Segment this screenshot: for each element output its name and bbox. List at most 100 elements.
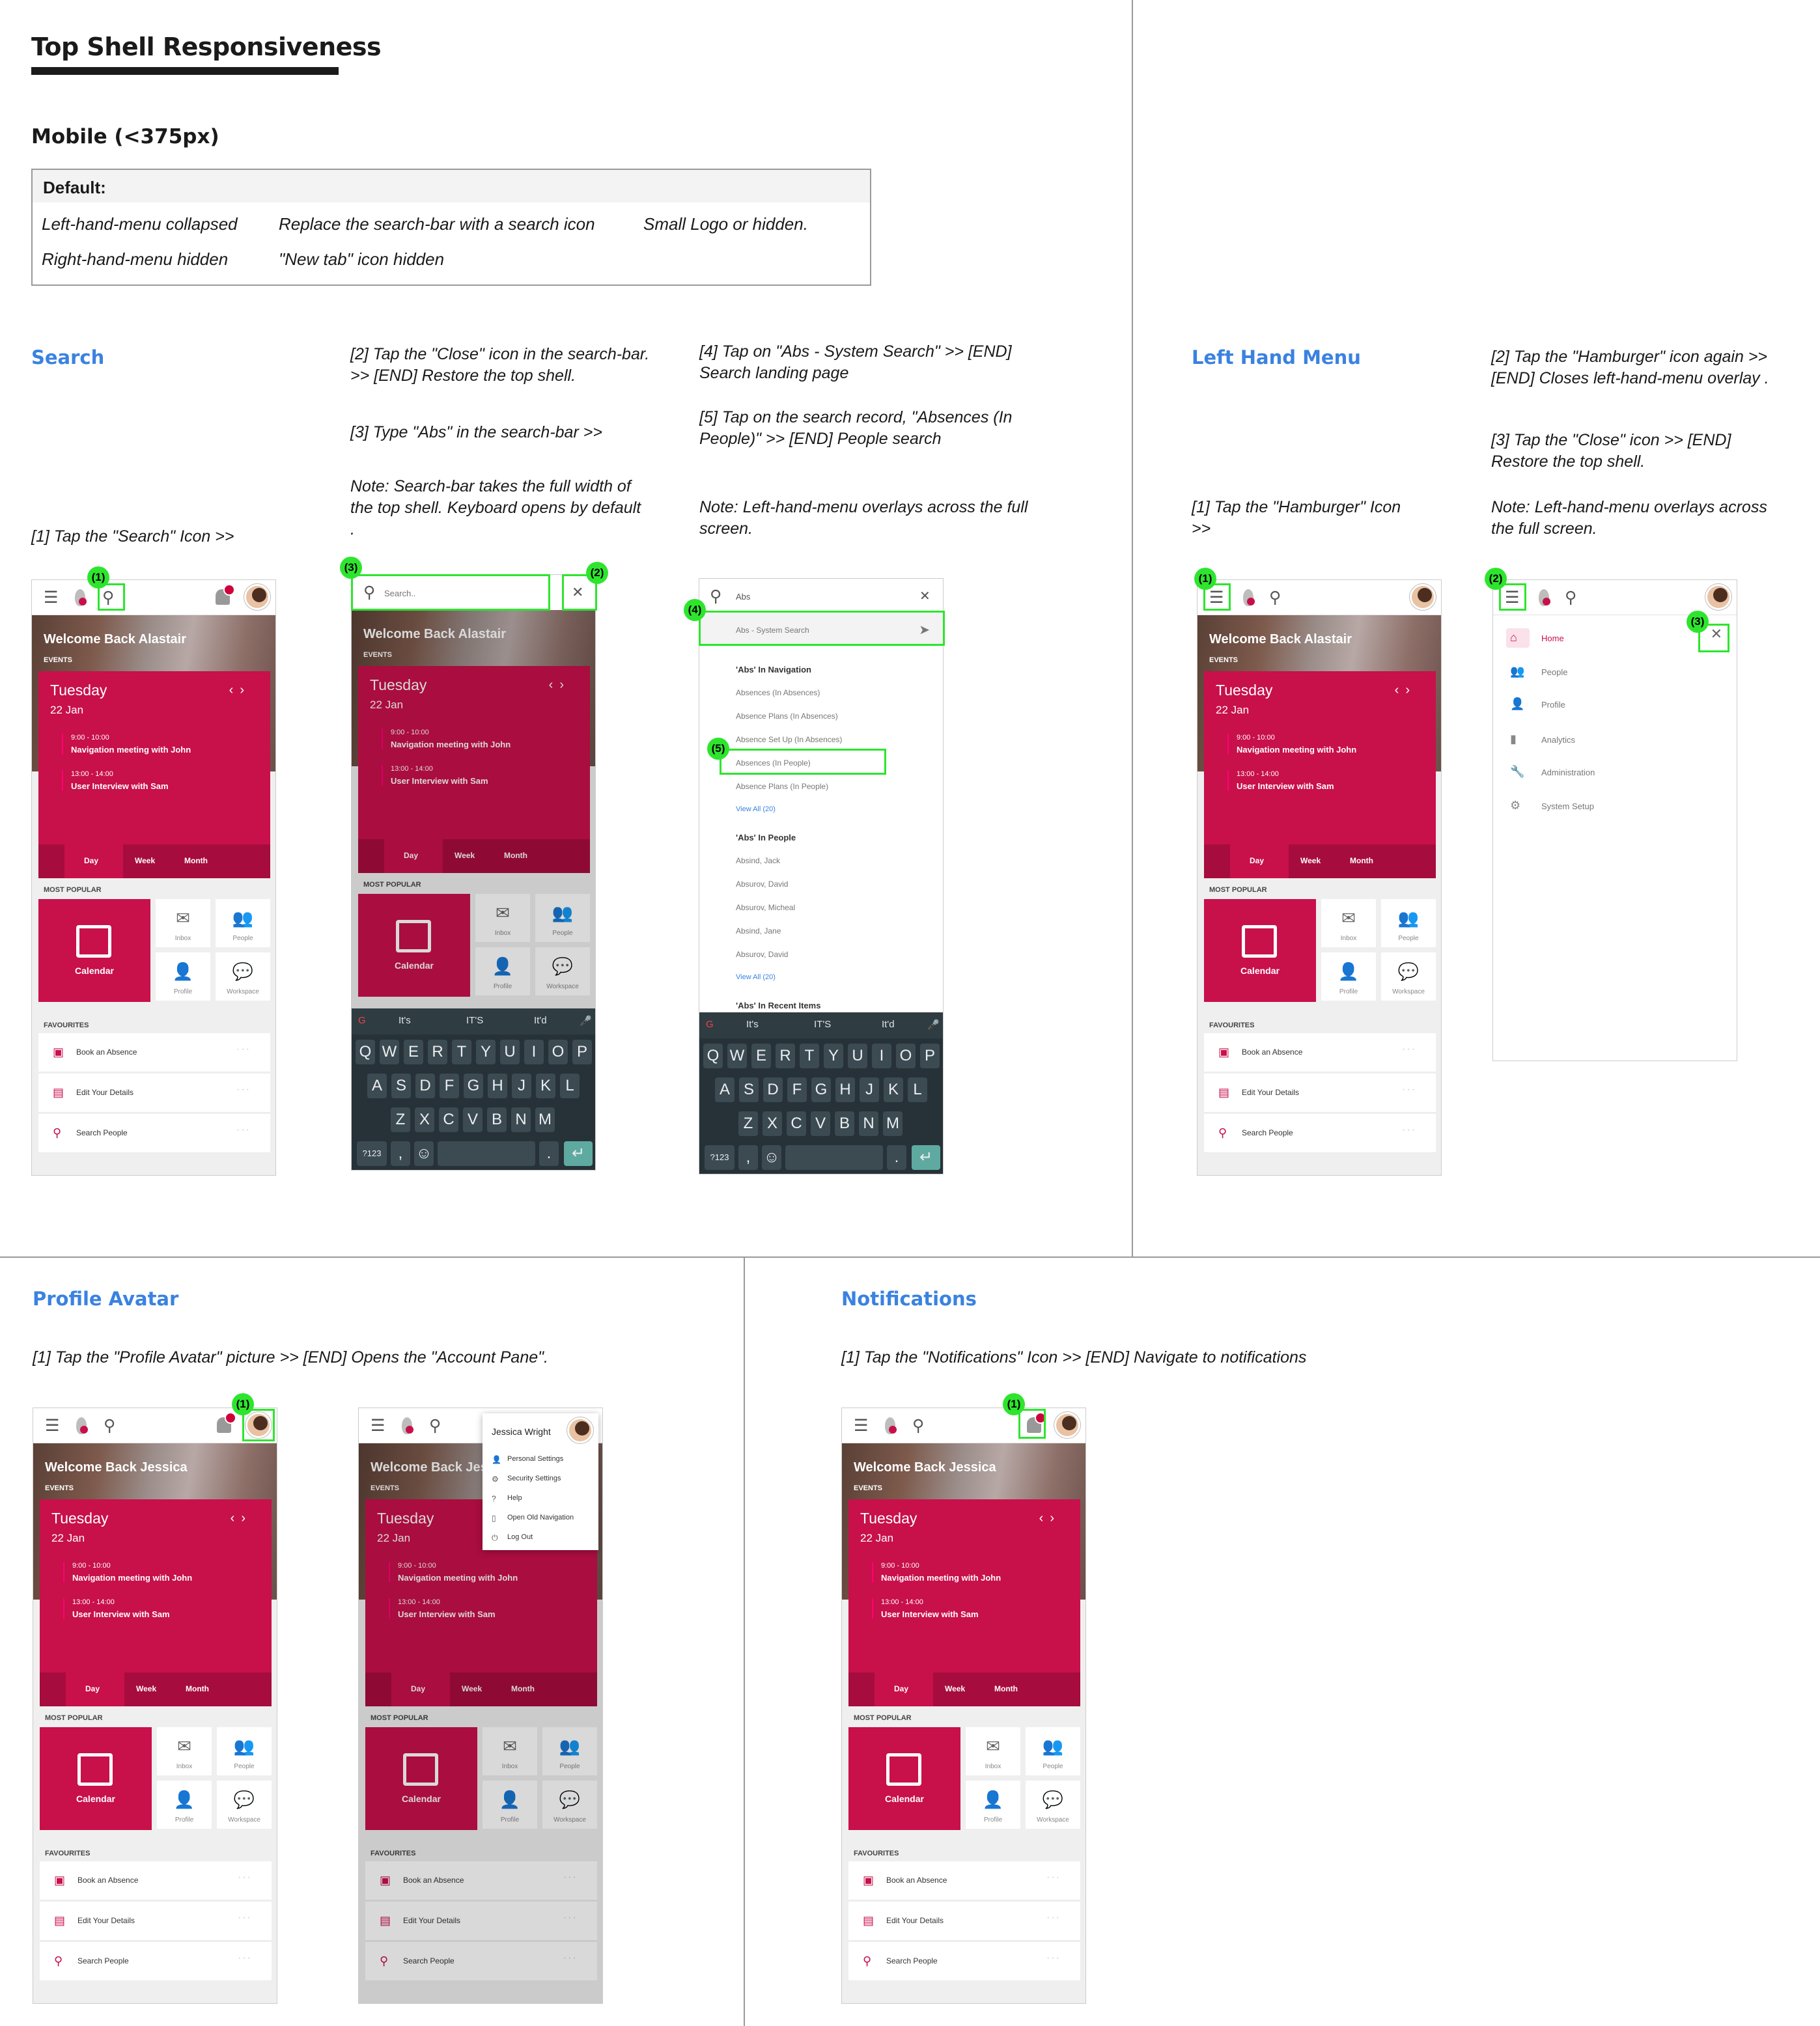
fav-item[interactable]: ⚲ Search People ··· <box>848 1942 1080 1981</box>
key-i[interactable]: I <box>524 1040 544 1064</box>
tab-week[interactable]: Week <box>135 856 155 865</box>
menu-item-people[interactable]: People <box>1541 667 1567 677</box>
suggestion[interactable]: It's <box>399 1015 411 1026</box>
result-item[interactable]: Absences (In Absences) <box>736 688 820 697</box>
period-key[interactable]: . <box>887 1145 906 1170</box>
mic-icon[interactable]: 🎤 <box>927 1019 940 1031</box>
key-k[interactable]: K <box>884 1077 903 1102</box>
menu-item-analytics[interactable]: Analytics <box>1541 735 1575 745</box>
enter-key[interactable]: ↵ <box>912 1145 940 1170</box>
avatar[interactable] <box>1410 584 1436 610</box>
calendar-tile[interactable]: Calendar <box>38 899 150 1002</box>
menu-item-profile[interactable]: Profile <box>1541 700 1565 710</box>
key-c[interactable]: C <box>787 1111 806 1136</box>
suggestion[interactable]: It'd <box>882 1019 895 1030</box>
menu-log-out[interactable]: Log Out <box>507 1533 533 1541</box>
fav-item[interactable]: ⚲ Search People ··· <box>40 1942 272 1981</box>
tab-week[interactable]: Week <box>1300 856 1321 865</box>
people-tile[interactable]: 👥 People <box>217 1727 272 1775</box>
close-icon[interactable]: ✕ <box>919 587 931 606</box>
key-u[interactable]: U <box>848 1044 867 1068</box>
numbers-key[interactable]: ?123 <box>357 1141 387 1166</box>
key-w[interactable]: W <box>727 1044 747 1068</box>
menu-item-system-setup[interactable]: System Setup <box>1541 801 1594 811</box>
search-icon[interactable]: ⚲ <box>1269 588 1281 607</box>
suggestion[interactable]: IT'S <box>814 1019 831 1030</box>
key-b[interactable]: B <box>835 1111 854 1136</box>
key-k[interactable]: K <box>536 1074 555 1098</box>
menu-item-home[interactable]: Home <box>1541 633 1564 643</box>
key-v[interactable]: V <box>811 1111 830 1136</box>
tab-month[interactable]: Month <box>1350 856 1373 865</box>
key-l[interactable]: L <box>560 1074 580 1098</box>
menu-help[interactable]: Help <box>507 1494 522 1502</box>
search-input[interactable]: Abs <box>736 592 750 602</box>
enter-key[interactable]: ↵ <box>564 1141 593 1166</box>
fav-item[interactable]: ▣ Book an Absence ··· <box>848 1861 1080 1900</box>
fav-item[interactable]: ▤ Edit Your Details ··· <box>38 1074 270 1113</box>
key-y[interactable]: Y <box>824 1044 843 1068</box>
avatar[interactable] <box>1705 584 1731 610</box>
key-z[interactable]: Z <box>391 1107 410 1132</box>
fav-item[interactable]: ⚲ Search People ··· <box>1204 1114 1436 1153</box>
day-nav-arrows[interactable]: ‹› <box>229 683 251 698</box>
key-e[interactable]: E <box>404 1040 423 1064</box>
key-n[interactable]: N <box>511 1107 531 1132</box>
key-p[interactable]: P <box>920 1044 940 1068</box>
people-tile[interactable]: 👥 People <box>216 899 270 947</box>
key-t[interactable]: T <box>800 1044 819 1068</box>
key-z[interactable]: Z <box>738 1111 758 1136</box>
tab-week[interactable]: Week <box>136 1684 156 1693</box>
day-nav-arrows[interactable]: ‹› <box>231 1511 252 1526</box>
key-q[interactable]: Q <box>703 1044 723 1068</box>
key-j[interactable]: J <box>512 1074 531 1098</box>
key-u[interactable]: U <box>500 1040 520 1064</box>
menu-open-old-navigation[interactable]: Open Old Navigation <box>507 1514 574 1521</box>
key-o[interactable]: O <box>896 1044 916 1068</box>
space-key[interactable] <box>785 1145 883 1170</box>
key-x[interactable]: X <box>763 1111 782 1136</box>
event-item[interactable]: 13:00 - 14:00 User Interview with Sam <box>62 770 169 791</box>
result-item[interactable]: Absurov, Micheal <box>736 903 795 912</box>
key-n[interactable]: N <box>859 1111 878 1136</box>
avatar[interactable] <box>567 1417 593 1443</box>
tab-day[interactable]: Day <box>84 856 98 865</box>
key-b[interactable]: B <box>487 1107 507 1132</box>
event-item[interactable]: 13:00 - 14:00 User Interview with Sam <box>63 1598 170 1619</box>
numbers-key[interactable]: ?123 <box>705 1145 735 1170</box>
key-s[interactable]: S <box>391 1074 411 1098</box>
menu-personal-settings[interactable]: Personal Settings <box>507 1455 563 1463</box>
view-all-link[interactable]: View All (20) <box>736 805 776 813</box>
period-key[interactable]: . <box>539 1141 559 1166</box>
inbox-tile[interactable]: ✉ Inbox <box>1321 899 1376 947</box>
mic-icon[interactable]: 🎤 <box>580 1015 592 1027</box>
key-f[interactable]: F <box>787 1077 807 1102</box>
menu-security-settings[interactable]: Security Settings <box>507 1475 561 1482</box>
calendar-tile[interactable]: Calendar <box>848 1727 960 1830</box>
event-item[interactable]: 9:00 - 10:00 Navigation meeting with John <box>872 1562 1001 1583</box>
key-d[interactable]: D <box>415 1074 435 1098</box>
key-h[interactable]: H <box>835 1077 855 1102</box>
fav-item[interactable]: ▤ Edit Your Details ··· <box>40 1902 272 1941</box>
result-item[interactable]: Absurov, David <box>736 880 788 889</box>
search-icon[interactable]: ⚲ <box>912 1416 924 1436</box>
inbox-tile[interactable]: ✉ Inbox <box>156 899 210 947</box>
menu-item-administration[interactable]: Administration <box>1541 768 1595 777</box>
suggestion[interactable]: It'd <box>534 1015 547 1026</box>
key-h[interactable]: H <box>488 1074 507 1098</box>
result-item[interactable]: Absence Plans (In Absences) <box>736 712 838 721</box>
fav-item[interactable]: ▣ Book an Absence ··· <box>38 1033 270 1072</box>
result-item[interactable]: Absence Set Up (In Absences) <box>736 735 842 744</box>
key-p[interactable]: P <box>572 1040 592 1064</box>
hamburger-icon[interactable]: ☰ <box>45 1416 59 1436</box>
key-g[interactable]: G <box>464 1074 483 1098</box>
search-icon[interactable]: ⚲ <box>429 1416 441 1436</box>
emoji-key[interactable]: ☺ <box>762 1145 781 1170</box>
tab-week[interactable]: Week <box>945 1684 965 1693</box>
event-item[interactable]: 9:00 - 10:00 Navigation meeting with John <box>1227 734 1356 755</box>
comma-key[interactable]: , <box>738 1145 758 1170</box>
key-g[interactable]: G <box>811 1077 831 1102</box>
people-tile[interactable]: 👥 People <box>1381 899 1436 947</box>
hamburger-icon[interactable]: ☰ <box>854 1416 868 1436</box>
fav-item[interactable]: ▤ Edit Your Details ··· <box>1204 1074 1436 1113</box>
